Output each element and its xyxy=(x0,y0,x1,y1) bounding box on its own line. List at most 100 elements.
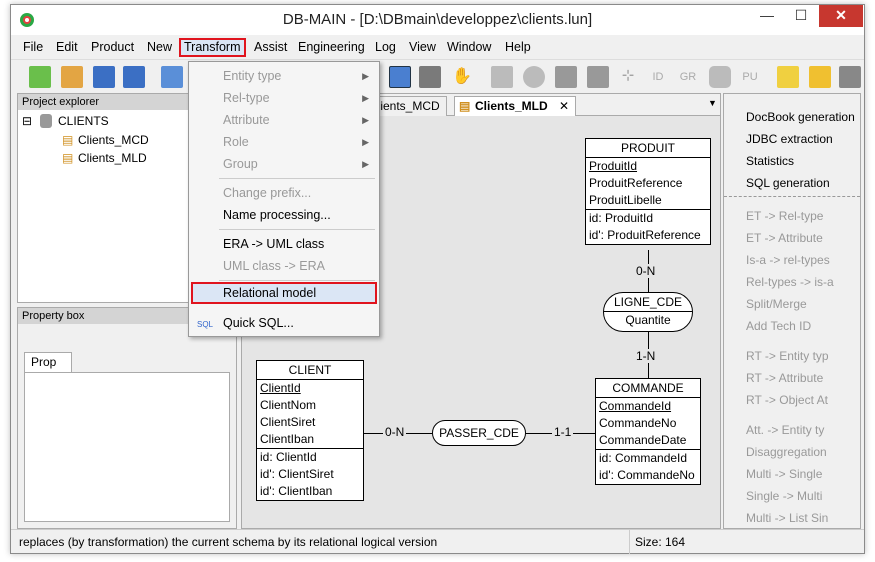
isa-to-rel-types: Is-a -> rel-types xyxy=(746,253,830,267)
note-icon[interactable] xyxy=(777,66,799,88)
menu-item-attribute[interactable]: Attribute ▶ xyxy=(191,109,377,131)
menu-separator xyxy=(219,229,375,230)
multi-to-list-single: Multi -> List Sin xyxy=(746,511,829,525)
rt-to-entity-type: RT -> Entity typ xyxy=(746,349,829,363)
group-icon[interactable] xyxy=(587,66,609,88)
schema-icon: ▤ xyxy=(62,151,74,165)
cardinality: 0-N xyxy=(383,425,407,439)
play-icon[interactable] xyxy=(161,66,183,88)
menu-log[interactable]: Log xyxy=(375,40,396,54)
identifier: id': CommandeNo xyxy=(599,468,695,482)
rel-types-to-isa: Rel-types -> is-a xyxy=(746,275,834,289)
menu-item-label: Attribute xyxy=(223,113,270,127)
add-note-icon[interactable] xyxy=(809,66,831,88)
entity-client[interactable]: CLIENT ClientId ClientNom ClientSiret Cl… xyxy=(256,360,364,501)
save-icon[interactable] xyxy=(93,66,115,88)
processing-unit-icon[interactable]: PU xyxy=(739,66,761,88)
title-bar: DB-MAIN - [D:\DBmain\developpez\clients.… xyxy=(11,5,864,35)
identifier: id': ClientIban xyxy=(260,484,333,498)
assist-panel: DocBook generation JDBC extraction Stati… xyxy=(723,93,861,529)
close-button[interactable]: ✕ xyxy=(819,5,863,27)
tab-clients-mld[interactable]: ▤ Clients_MLD ✕ xyxy=(454,96,577,116)
attribute-tool-icon[interactable] xyxy=(419,66,441,88)
menu-separator xyxy=(219,178,375,179)
menu-new[interactable]: New xyxy=(147,40,172,54)
attr: CommandeNo xyxy=(599,416,677,430)
menu-assist[interactable]: Assist xyxy=(254,40,287,54)
menu-item-change-prefix[interactable]: Change prefix... xyxy=(191,182,377,204)
open-folder-icon[interactable] xyxy=(61,66,83,88)
collection-icon[interactable] xyxy=(709,66,731,88)
menu-item-role[interactable]: Role ▶ xyxy=(191,131,377,153)
menu-file[interactable]: File xyxy=(23,40,43,54)
docbook-generation[interactable]: DocBook generation xyxy=(746,110,855,124)
tree-item-mcd[interactable]: Clients_MCD xyxy=(78,133,149,147)
et-to-attribute: ET -> Attribute xyxy=(746,231,823,245)
group-tool-icon[interactable]: GR xyxy=(677,66,699,88)
menu-item-label: Group xyxy=(223,157,258,171)
statistics[interactable]: Statistics xyxy=(746,154,794,168)
submenu-arrow-icon: ▶ xyxy=(362,93,369,103)
property-box: Property box Prop xyxy=(17,307,237,529)
entity-name: CLIENT xyxy=(257,361,363,380)
attr: ProduitReference xyxy=(589,176,683,190)
menu-help[interactable]: Help xyxy=(505,40,531,54)
menu-transform[interactable]: Transform xyxy=(179,38,246,57)
rt-to-object-att: RT -> Object At xyxy=(746,393,828,407)
menu-product[interactable]: Product xyxy=(91,40,134,54)
square-icon[interactable] xyxy=(555,66,577,88)
submenu-arrow-icon: ▶ xyxy=(362,71,369,81)
entity-produit[interactable]: PRODUIT ProduitId ProduitReference Produ… xyxy=(585,138,711,245)
att-to-entity-type: Att. -> Entity ty xyxy=(746,423,825,437)
prop-content xyxy=(24,372,230,522)
schema-icon: ▤ xyxy=(62,133,74,147)
tree-collapse-icon[interactable]: ⊟ xyxy=(22,114,32,128)
tree-item-mld[interactable]: Clients_MLD xyxy=(78,151,147,165)
tab-close-icon[interactable]: ✕ xyxy=(559,99,569,113)
menu-item-uml-to-era[interactable]: UML class -> ERA xyxy=(191,255,377,277)
rel-type-icon[interactable] xyxy=(491,66,513,88)
menu-item-name-processing[interactable]: Name processing... xyxy=(191,204,377,226)
entity-tool-icon[interactable] xyxy=(389,66,411,88)
menu-item-group[interactable]: Group ▶ xyxy=(191,153,377,175)
ellipse-icon[interactable] xyxy=(523,66,545,88)
disaggregation: Disaggregation xyxy=(746,445,827,459)
tag-icon[interactable] xyxy=(839,66,861,88)
tree-item-clients[interactable]: CLIENTS xyxy=(58,114,109,128)
link-icon[interactable]: ⊹ xyxy=(617,66,639,88)
rel-ligne-cde[interactable]: LIGNE_CDE Quantite xyxy=(603,292,693,332)
menu-item-rel-type[interactable]: Rel-type ▶ xyxy=(191,87,377,109)
id-tool-icon[interactable]: ID xyxy=(647,66,669,88)
menu-window[interactable]: Window xyxy=(447,40,491,54)
menu-item-label: Entity type xyxy=(223,69,282,83)
menu-item-relational-model[interactable]: Relational model xyxy=(191,282,377,304)
rel-name: LIGNE_CDE xyxy=(604,293,692,312)
menu-engineering[interactable]: Engineering xyxy=(298,40,365,54)
new-project-icon[interactable] xyxy=(29,66,51,88)
rel-attr: Quantite xyxy=(625,313,671,327)
entity-commande[interactable]: COMMANDE CommandeId CommandeNo CommandeD… xyxy=(595,378,701,485)
hand-tool-icon[interactable]: ✋ xyxy=(451,66,473,88)
identifier: id': ProduitReference xyxy=(589,228,701,242)
rt-to-attribute: RT -> Attribute xyxy=(746,371,824,385)
schema-icon: ▤ xyxy=(459,99,471,113)
menu-item-entity-type[interactable]: Entity type ▶ xyxy=(191,65,377,87)
attr: CommandeDate xyxy=(599,433,687,447)
prop-tab[interactable]: Prop xyxy=(24,352,72,372)
identifier: id: CommandeId xyxy=(599,451,688,465)
rel-passer-cde[interactable]: PASSER_CDE xyxy=(432,420,526,446)
save-as-icon[interactable] xyxy=(123,66,145,88)
identifier: id': ClientSiret xyxy=(260,467,334,481)
jdbc-extraction[interactable]: JDBC extraction xyxy=(746,132,833,146)
menu-edit[interactable]: Edit xyxy=(56,40,78,54)
maximize-button[interactable]: ☐ xyxy=(785,5,817,27)
menu-view[interactable]: View xyxy=(409,40,436,54)
minimize-button[interactable]: — xyxy=(751,5,783,27)
menu-bar: File Edit Product New Transform Assist E… xyxy=(11,37,864,57)
menu-item-quick-sql[interactable]: SQL Quick SQL... xyxy=(191,312,377,334)
tab-label: Clients_MLD xyxy=(475,99,548,113)
tab-dropdown-icon[interactable]: ▼ xyxy=(708,98,717,108)
menu-separator xyxy=(219,280,375,281)
menu-item-era-to-uml[interactable]: ERA -> UML class xyxy=(191,233,377,255)
sql-generation[interactable]: SQL generation xyxy=(746,176,830,190)
